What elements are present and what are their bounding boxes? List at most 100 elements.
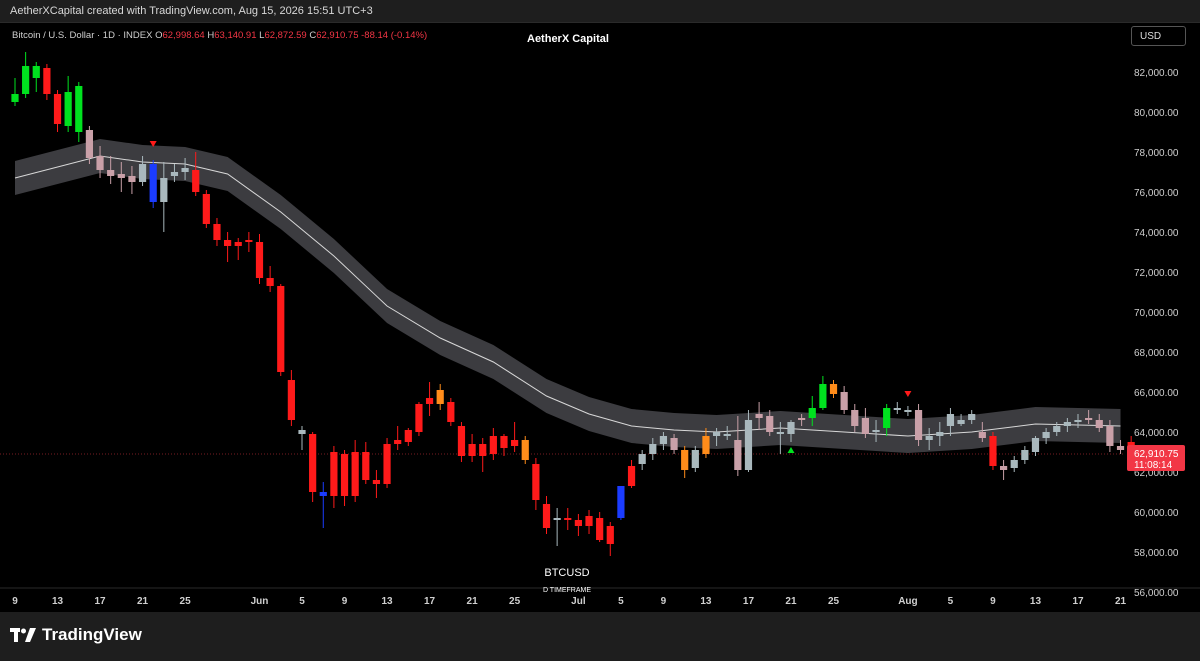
candle-body [107,170,115,176]
candle-body [277,286,285,372]
candle-body [43,68,51,94]
brand-logo[interactable]: TradingView [10,625,142,645]
candle-body [851,410,859,426]
candle-body [1042,432,1050,438]
candle-body [489,436,497,454]
price-chart[interactable]: 56,000.0058,000.0060,000.0062,000.0064,0… [0,22,1200,612]
x-tick-label: 13 [381,596,393,607]
candle-body [383,444,391,484]
candle-body [192,170,200,192]
timeframe-label: D TIMEFRAME [543,587,591,594]
candle-body [1116,446,1125,450]
candle-body [330,452,338,496]
x-tick-label: 25 [180,596,192,607]
x-tick-label: 5 [618,596,624,607]
candle-body [309,434,317,492]
candle-body [404,430,412,442]
candle-body [553,518,561,520]
y-tick-label: 80,000.00 [1134,108,1179,119]
candle-body [989,436,997,466]
y-tick-label: 56,000.00 [1134,588,1179,599]
candle-body [596,518,604,540]
x-tick-label: Jun [251,596,269,607]
brand-name: TradingView [42,625,142,644]
ohlc-legend: Bitcoin / U.S. Dollar · 1D · INDEX O62,9… [12,30,427,41]
y-tick-label: 72,000.00 [1134,268,1179,279]
candle-body [1053,426,1061,432]
candle-body [521,440,529,460]
close-value: 62,910.75 [316,30,359,41]
candle-body [255,242,264,278]
candle-body [1085,418,1093,420]
x-tick-label: Jul [571,596,586,607]
candle-body [1074,420,1082,422]
x-tick-label: 21 [137,596,149,607]
candle-body [1031,438,1040,452]
x-tick-label: 13 [700,596,712,607]
x-tick-label: Aug [898,596,917,607]
y-tick-label: 70,000.00 [1134,308,1179,319]
candle-body [723,434,731,436]
x-tick-label: 9 [342,596,348,607]
candle-body [234,242,242,246]
candle-body [585,516,593,526]
candle-body [946,414,955,426]
candle-body [627,466,636,486]
candle-body [468,444,476,456]
candle-body [202,194,210,224]
candle-body [734,440,742,470]
symbol-name: Bitcoin / U.S. Dollar · 1D · INDEX [12,30,153,41]
currency-selector[interactable]: USD [1131,26,1186,46]
candle-body [659,436,668,444]
candle-body [436,390,444,404]
candle-body [787,422,795,434]
x-tick-label: 17 [94,596,106,607]
x-tick-label: 17 [424,596,436,607]
candle-body [968,414,976,420]
candle-body [415,404,423,432]
candle-body [766,416,774,432]
candle-body [702,436,710,454]
candle-body [574,520,582,526]
candle-body [872,430,880,432]
x-tick-label: 9 [12,596,18,607]
candle-body [936,432,944,436]
candle-body [957,420,965,424]
candle-body [542,504,551,528]
x-tick-label: 21 [785,596,797,607]
sell-signal-icon [904,391,912,397]
chart-title: AetherX Capital [527,33,609,45]
candle-body [362,452,370,480]
candle-body [978,432,986,438]
candle-body [999,466,1008,470]
x-tick-label: 17 [743,596,755,607]
candle-body [447,402,455,422]
y-tick-label: 58,000.00 [1134,548,1179,559]
x-tick-label: 9 [990,596,996,607]
candle-body [351,452,359,496]
candle-body [96,156,104,170]
candle-body [808,408,816,418]
candle-body [500,436,508,448]
candle-body [457,426,466,456]
candle-body [883,408,891,428]
buy-signal-icon [787,447,795,453]
candle-body [160,178,168,202]
candle-body [75,86,83,132]
x-tick-label: 13 [52,596,64,607]
candle-body [266,278,274,286]
low-value: 62,872.59 [264,30,307,41]
candle-body [298,430,306,434]
candle-body [53,94,62,124]
candle-body [861,418,869,434]
x-tick-label: 17 [1072,596,1084,607]
candle-body [372,480,381,484]
candle-body [181,168,189,172]
tradingview-logo-icon [10,628,36,642]
x-tick-label: 5 [948,596,954,607]
x-tick-label: 13 [1030,596,1042,607]
ma-band [15,139,1121,453]
y-tick-label: 78,000.00 [1134,148,1179,159]
candle-body [1106,426,1114,446]
candle-body [925,436,933,440]
